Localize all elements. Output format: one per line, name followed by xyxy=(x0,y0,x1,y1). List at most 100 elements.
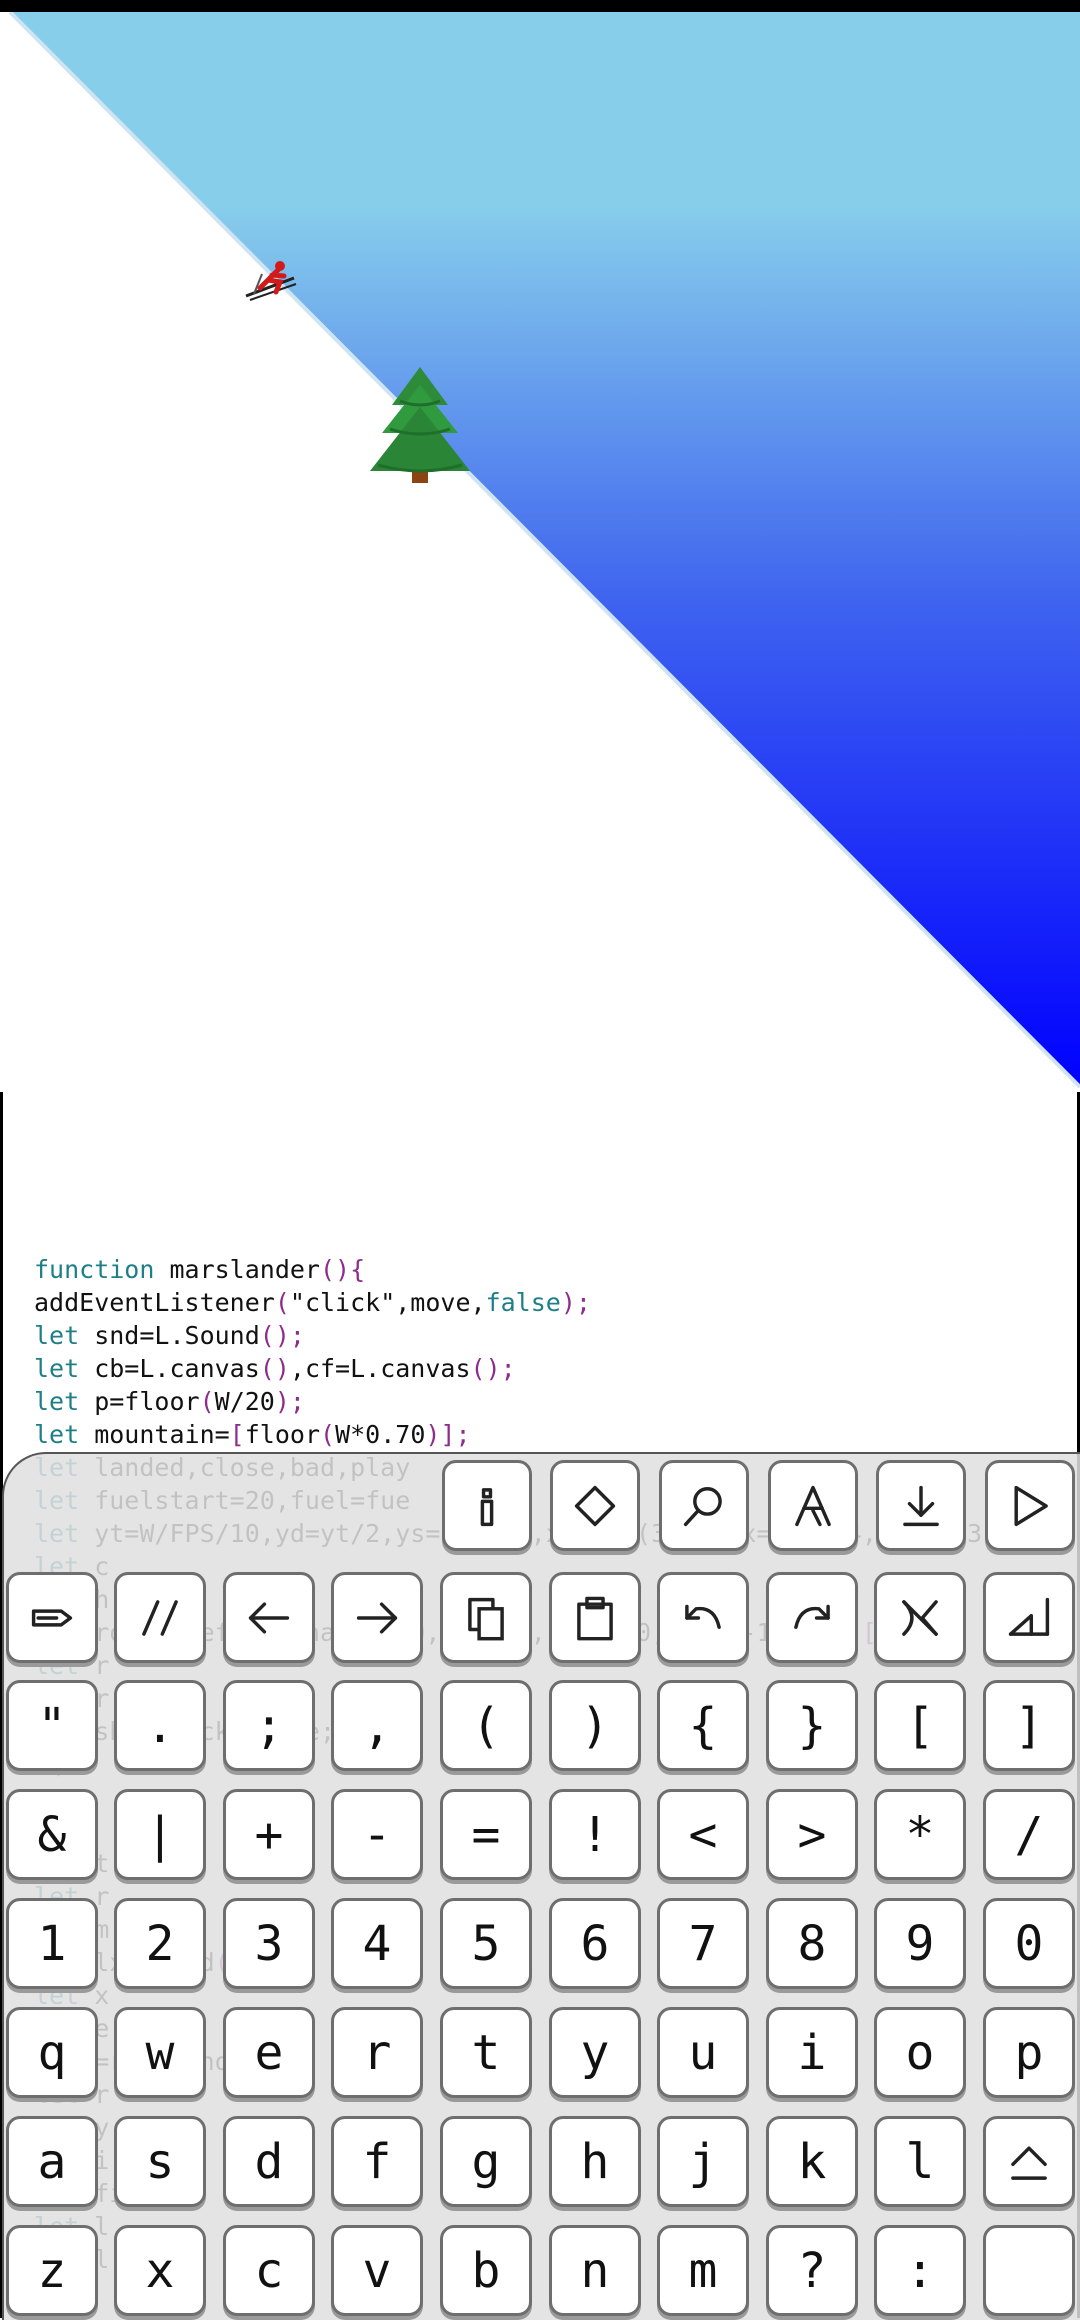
key-<[interactable]: < xyxy=(657,1789,749,1880)
code-token: let xyxy=(34,1387,80,1416)
key-l[interactable]: l xyxy=(874,2116,966,2207)
key-copy[interactable] xyxy=(440,1572,532,1663)
key-q[interactable]: q xyxy=(6,2007,98,2098)
key-t[interactable]: t xyxy=(440,2007,532,2098)
key-x[interactable]: x xyxy=(114,2225,206,2316)
key-,[interactable]: , xyxy=(331,1680,423,1771)
key-redo[interactable] xyxy=(766,1572,858,1663)
key-u[interactable]: u xyxy=(657,2007,749,2098)
key-tab[interactable] xyxy=(6,1572,98,1663)
key-d[interactable]: d xyxy=(223,2116,315,2207)
undo-icon xyxy=(680,1595,726,1641)
key-/[interactable]: / xyxy=(983,1789,1075,1880)
key-label: 9 xyxy=(905,1915,935,1972)
key-v[interactable]: v xyxy=(331,2225,423,2316)
key->[interactable]: > xyxy=(766,1789,858,1880)
code-line[interactable]: let snd=L.Sound(); xyxy=(34,1319,1074,1352)
keyboard: ".;, () {} [] & | + - =! < > * / 1 2 3 4 5 6 7 8 9 0 q w e r t y u i o p… xyxy=(2,1452,1080,2320)
key-f[interactable]: f xyxy=(331,2116,423,2207)
key-4[interactable]: 4 xyxy=(331,1898,423,1989)
key-n[interactable]: n xyxy=(549,2225,641,2316)
key-s[interactable]: s xyxy=(114,2116,206,2207)
arrow-left-icon xyxy=(246,1595,292,1641)
key-8[interactable]: 8 xyxy=(766,1898,858,1989)
key-label: - xyxy=(362,1806,392,1863)
key-o[interactable]: o xyxy=(874,2007,966,2098)
game-canvas[interactable] xyxy=(0,12,1080,1092)
key-5[interactable]: 5 xyxy=(440,1898,532,1989)
key-g[interactable]: g xyxy=(440,2116,532,2207)
code-line[interactable]: addEventListener("click",move,false); xyxy=(34,1286,1074,1319)
toolbar-key-search[interactable] xyxy=(659,1460,749,1551)
toolbar-key-info[interactable] xyxy=(442,1460,532,1551)
key-e[interactable]: e xyxy=(223,2007,315,2098)
key-label: / xyxy=(1014,1806,1044,1863)
code-token: function xyxy=(34,1255,155,1284)
key-=[interactable]: = xyxy=(440,1789,532,1880)
key-shift[interactable] xyxy=(983,2116,1075,2207)
key-][interactable]: ] xyxy=(983,1680,1075,1771)
key-j[interactable]: j xyxy=(657,2116,749,2207)
key-left[interactable] xyxy=(223,1572,315,1663)
arrow-right-icon xyxy=(354,1595,400,1641)
code-token: W*0.70 xyxy=(335,1420,426,1449)
key-label: ) xyxy=(580,1697,610,1754)
key-z[interactable]: z xyxy=(6,2225,98,2316)
code-line[interactable]: let p=floor(W/20); xyxy=(34,1385,1074,1418)
key-right[interactable] xyxy=(331,1572,423,1663)
code-line[interactable]: function marslander(){ xyxy=(34,1253,1074,1286)
key-backspace[interactable] xyxy=(874,1572,966,1663)
key-m[interactable]: m xyxy=(657,2225,749,2316)
toolbar-key-shape[interactable] xyxy=(550,1460,640,1551)
key-1[interactable]: 1 xyxy=(6,1898,98,1989)
key-enter[interactable] xyxy=(983,1572,1075,1663)
toolbar-key-download[interactable] xyxy=(876,1460,966,1551)
key-2[interactable]: 2 xyxy=(114,1898,206,1989)
key-undo[interactable] xyxy=(657,1572,749,1663)
key-![interactable]: ! xyxy=(549,1789,641,1880)
key-space[interactable] xyxy=(983,2225,1075,2316)
key-.[interactable]: . xyxy=(114,1680,206,1771)
key-+[interactable]: + xyxy=(223,1789,315,1880)
key-([interactable]: ( xyxy=(440,1680,532,1771)
key-6[interactable]: 6 xyxy=(549,1898,641,1989)
key-r[interactable]: r xyxy=(331,2007,423,2098)
key-p[interactable]: p xyxy=(983,2007,1075,2098)
key-3[interactable]: 3 xyxy=(223,1898,315,1989)
key-*[interactable]: * xyxy=(874,1789,966,1880)
key-{[interactable]: { xyxy=(657,1680,749,1771)
key-y[interactable]: y xyxy=(549,2007,641,2098)
key-?[interactable]: ? xyxy=(766,2225,858,2316)
key-comment[interactable] xyxy=(114,1572,206,1663)
key-k[interactable]: k xyxy=(766,2116,858,2207)
code-line[interactable]: let cb=L.canvas(),cf=L.canvas(); xyxy=(34,1352,1074,1385)
key--[interactable]: - xyxy=(331,1789,423,1880)
key-:[interactable]: : xyxy=(874,2225,966,2316)
key-&[interactable]: & xyxy=(6,1789,98,1880)
toolbar-key-font[interactable] xyxy=(768,1460,858,1551)
key-;[interactable]: ; xyxy=(223,1680,315,1771)
key-label: x xyxy=(145,2242,175,2299)
key-7[interactable]: 7 xyxy=(657,1898,749,1989)
key-w[interactable]: w xyxy=(114,2007,206,2098)
key-|[interactable]: | xyxy=(114,1789,206,1880)
comment-icon xyxy=(137,1595,183,1641)
key-c[interactable]: c xyxy=(223,2225,315,2316)
key-"[interactable]: " xyxy=(6,1680,98,1771)
download-icon xyxy=(898,1483,944,1529)
key-label: y xyxy=(580,2024,610,2081)
key-b[interactable]: b xyxy=(440,2225,532,2316)
code-line[interactable]: let mountain=[floor(W*0.70)]; xyxy=(34,1418,1074,1451)
key-i[interactable]: i xyxy=(766,2007,858,2098)
key-paste[interactable] xyxy=(549,1572,641,1663)
key-a[interactable]: a xyxy=(6,2116,98,2207)
key-[[interactable]: [ xyxy=(874,1680,966,1771)
key-}[interactable]: } xyxy=(766,1680,858,1771)
key-)[interactable]: ) xyxy=(549,1680,641,1771)
key-label: z xyxy=(37,2242,67,2299)
toolbar-key-run[interactable] xyxy=(985,1460,1075,1551)
key-0[interactable]: 0 xyxy=(983,1898,1075,1989)
key-h[interactable]: h xyxy=(549,2116,641,2207)
code-token: addEventListener xyxy=(34,1288,275,1317)
key-9[interactable]: 9 xyxy=(874,1898,966,1989)
